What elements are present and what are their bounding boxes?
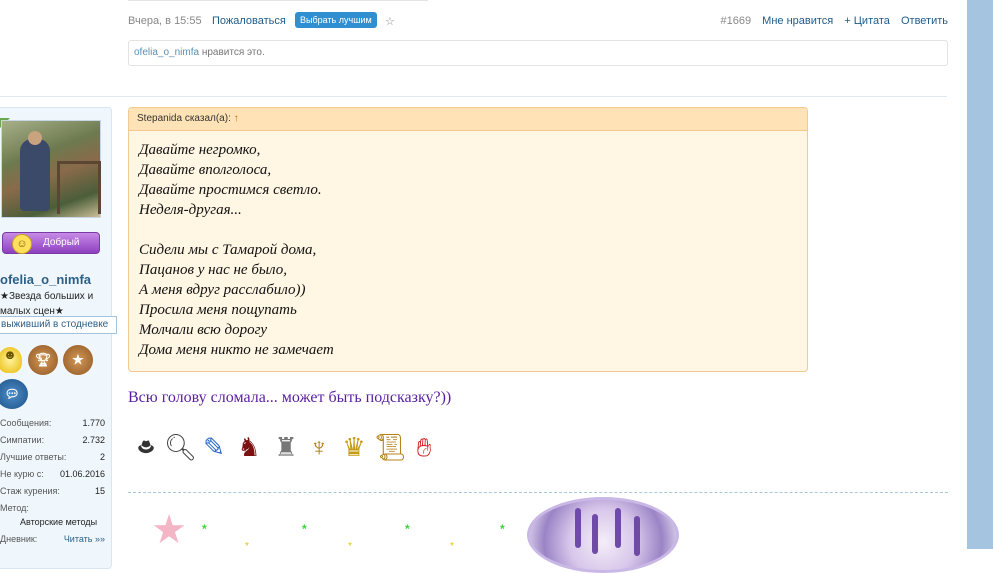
statue-icon: ♜ [274, 432, 298, 462]
sparkle-icon: * [302, 522, 307, 536]
user-title-line1: ★Звезда больших и [0, 291, 94, 302]
stat-value: 15 [94, 486, 105, 496]
likes-text: нравится это. [201, 47, 265, 58]
stat-value: 2.732 [82, 435, 105, 445]
stat-messages: Сообщения: 1.770 [0, 418, 105, 432]
stat-key: Стаж курения: [0, 486, 60, 496]
quote-line: Просила меня пощупать [139, 302, 297, 318]
stat-quit-date: Не курю с: 01.06.2016 [0, 469, 105, 483]
post-actions: #1669 Мне нравится + Цитата Ответить [713, 15, 949, 27]
quote-line: Давайте вполголоса, [139, 162, 272, 178]
trophy-icon: ♛ [342, 432, 366, 462]
scroll-icon: 📜︎ [374, 432, 408, 462]
lavender-stem [615, 508, 621, 548]
signature-separator [128, 492, 948, 493]
sparkle-icon: * [245, 541, 249, 552]
post-meta-bar: Вчера, в 15:55 Пожаловаться Выбрать лучш… [128, 12, 949, 29]
lavender-medallion-image [527, 497, 679, 573]
avatar-head [28, 131, 42, 145]
quote-line: Неделя-другая... [139, 202, 242, 218]
sparkle-icon: * [348, 541, 352, 552]
sparkle-icon: * [405, 522, 410, 536]
previous-post-divider [128, 0, 428, 1]
medal-icon[interactable]: ☻ [0, 347, 22, 373]
likes-summary: ofelia_o_nimfa нравится это. [128, 40, 948, 66]
stat-key: Лучшие ответы: [0, 452, 67, 462]
stat-value: 1.770 [82, 418, 105, 428]
post-separator [0, 96, 947, 97]
quote-author: Stepanida сказал(а): [137, 113, 231, 124]
stat-smoking-years: Стаж курения: 15 [0, 486, 105, 500]
cup-trophy-icon[interactable]: 🏆︎ [28, 345, 58, 375]
quote-line: Молчали всю дорогу [139, 322, 268, 338]
user-status-text: выживший в стодневке [1, 319, 109, 330]
diary-link[interactable]: Читать »» [64, 534, 105, 544]
stat-diary: Дневник: Читать »» [0, 534, 105, 548]
quote-line: А меня вдруг расслабило)) [139, 282, 306, 298]
stat-value: 2 [99, 452, 105, 462]
avatar-figure [20, 139, 50, 211]
smiley-icon: ☺ [12, 234, 32, 254]
avatar-fence [57, 161, 101, 214]
quote-line: Дома меня никто не замечает [139, 342, 334, 358]
lavender-stem [592, 514, 598, 554]
stat-value: 01.06.2016 [59, 469, 105, 479]
sparkle-icon: * [450, 541, 454, 552]
page-scrollbar[interactable] [967, 0, 993, 549]
quote-header: Stepanida сказал(а): ↑ [129, 108, 807, 131]
username[interactable]: ofelia_o_nimfa [0, 272, 91, 287]
reply-link[interactable]: Ответить [901, 15, 948, 27]
stat-method-value: Авторские методы [0, 517, 105, 531]
quote-line: Пацанов у нас не было, [139, 262, 288, 278]
cat-mask-icon: ♞ [237, 432, 261, 462]
stat-key: Не курю с: [0, 469, 44, 479]
gentleman-icon: 🎩︎ [137, 432, 155, 462]
stat-value: Авторские методы [20, 517, 98, 527]
choose-best-button[interactable]: Выбрать лучшим [295, 12, 377, 28]
lyre-icon: ♆ [309, 432, 329, 462]
stop-hand-icon: ✋︎ [416, 432, 432, 462]
quote-link[interactable]: + Цитата [844, 15, 890, 27]
stat-key: Метод: [0, 503, 29, 513]
lavender-stem [575, 508, 581, 548]
stat-key: Симпатии: [0, 435, 45, 445]
report-link[interactable]: Пожаловаться [212, 15, 286, 27]
sparkle-icon: * [500, 522, 505, 536]
quote-line: Давайте негромко, [139, 142, 261, 158]
pink-star-icon: ★ [151, 508, 187, 552]
quote-line: Давайте простимся светло. [139, 182, 322, 198]
stat-key: Сообщения: [0, 418, 52, 428]
magnifier-icon: 🔍︎ [164, 432, 198, 462]
quote-block: Stepanida сказал(а): ↑ Давайте негромко,… [128, 107, 808, 372]
user-title: ★Звезда больших и малых сцен★ [0, 289, 105, 319]
mood-badge[interactable]: ☺ Добрый [2, 232, 100, 254]
pencil-icon: ✎ [203, 432, 225, 462]
like-link[interactable]: Мне нравится [762, 15, 833, 27]
user-status-tooltip: выживший в стодневке [0, 316, 117, 334]
stat-method-label: Метод: [0, 503, 105, 517]
avatar[interactable] [1, 120, 101, 218]
stat-likes: Симпатии: 2.732 [0, 435, 105, 449]
post-number[interactable]: #1669 [721, 15, 752, 27]
liker-username[interactable]: ofelia_o_nimfa [134, 47, 199, 58]
post-message: Всю голову сломала... может быть подсказ… [128, 389, 452, 406]
star-outline-icon[interactable]: ☆ [385, 15, 395, 28]
quote-jump-arrow-icon[interactable]: ↑ [234, 113, 239, 124]
lavender-stem [634, 516, 640, 556]
post-date: Вчера, в 15:55 [128, 15, 202, 27]
sparkle-icon: * [202, 522, 207, 536]
stat-key: Дневник: [0, 534, 38, 544]
stat-best-answers: Лучшие ответы: 2 [0, 452, 105, 466]
star-trophy-icon[interactable]: ★ [63, 345, 93, 375]
mood-label: Добрый [43, 237, 80, 248]
quote-line: Сидели мы с Тамарой дома, [139, 242, 317, 258]
